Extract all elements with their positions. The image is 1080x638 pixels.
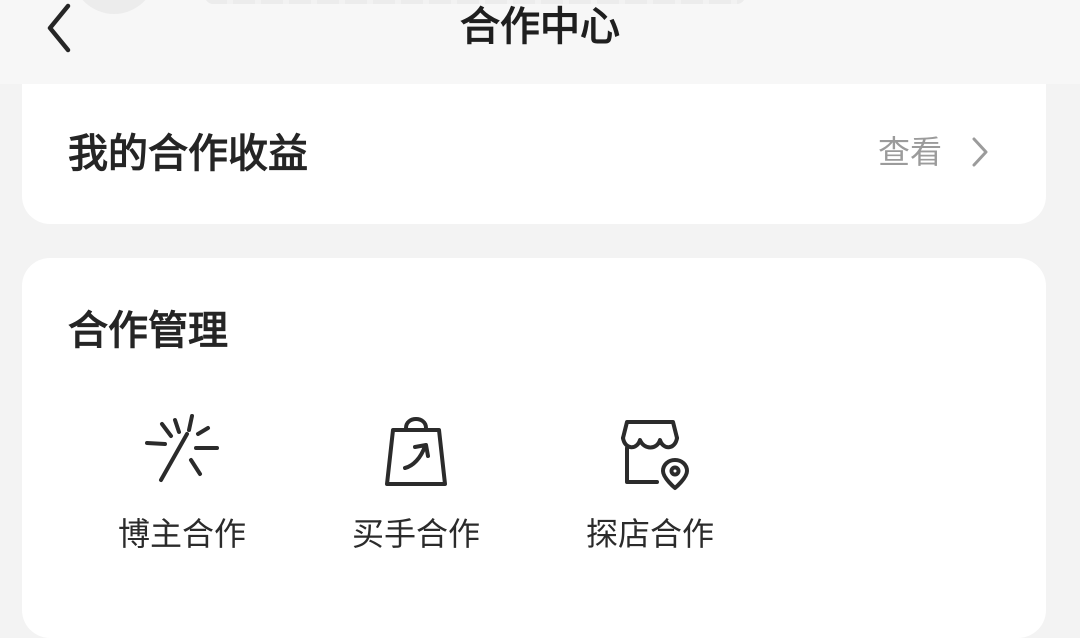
earnings-title: 我的合作收益: [68, 131, 308, 177]
view-earnings-link[interactable]: 查看: [878, 132, 990, 172]
management-grid: 博主合作 买手合作 探店合作: [22, 408, 1046, 568]
store-visit-cooperation-item[interactable]: 探店合作: [560, 408, 740, 568]
buyer-cooperation-label: 买手合作: [351, 515, 480, 553]
store-visit-cooperation-label: 探店合作: [585, 515, 714, 553]
cooperation-management-card: 合作管理 博主合作 买手合作 探店合作: [22, 258, 1046, 638]
top-navigation-bar: 合作中心: [0, 0, 1080, 84]
my-earnings-card[interactable]: 我的合作收益 查看: [22, 84, 1046, 224]
store-location-icon: [607, 408, 693, 494]
blogger-cooperation-item[interactable]: 博主合作: [92, 408, 272, 568]
blogger-cooperation-label: 博主合作: [117, 515, 246, 553]
shopping-bag-icon: [373, 408, 459, 494]
sparkle-burst-icon: [139, 408, 225, 494]
view-label: 查看: [877, 133, 942, 171]
management-title: 合作管理: [68, 308, 228, 354]
buyer-cooperation-item[interactable]: 买手合作: [326, 408, 506, 568]
page-title: 合作中心: [460, 4, 620, 50]
chevron-right-icon: [972, 137, 988, 167]
